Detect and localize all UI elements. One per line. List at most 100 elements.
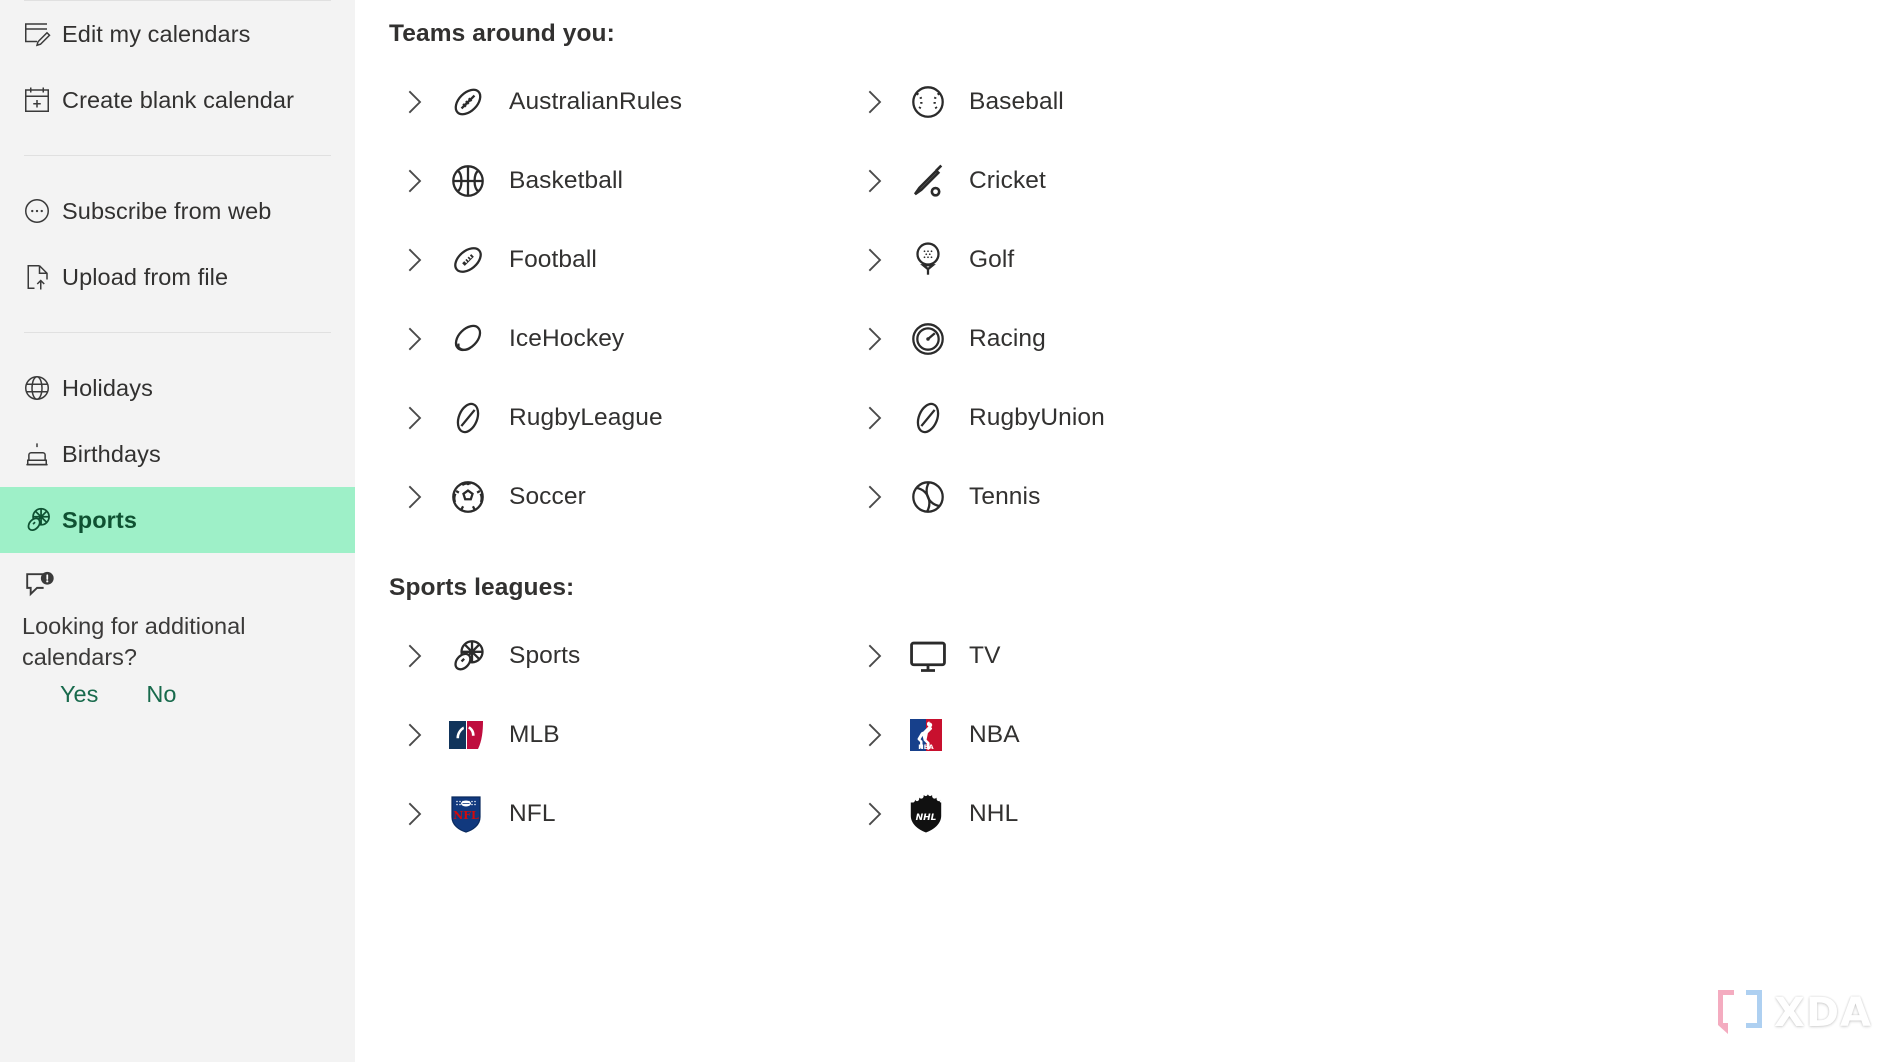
- chevron-right-icon[interactable]: [403, 640, 447, 672]
- australian-football-icon: [447, 81, 509, 123]
- team-row-australianrules[interactable]: AustralianRules: [387, 62, 847, 141]
- feedback-yes-link[interactable]: Yes: [60, 681, 98, 708]
- sidebar-item-upload-from-file[interactable]: Upload from file: [0, 244, 355, 310]
- sidebar-item-label: Subscribe from web: [62, 197, 272, 224]
- american-football-icon: [447, 239, 509, 281]
- league-row-mlb[interactable]: MLB: [387, 695, 847, 774]
- chevron-right-icon[interactable]: [403, 323, 447, 355]
- hockey-puck-icon: [447, 318, 509, 360]
- feedback-actions: Yes No: [22, 681, 333, 708]
- chevron-right-icon[interactable]: [403, 719, 447, 751]
- league-label: Sports: [509, 641, 581, 669]
- sidebar-item-subscribe-from-web[interactable]: Subscribe from web: [0, 178, 355, 244]
- team-label: Golf: [969, 245, 1015, 273]
- team-row-racing[interactable]: Racing: [847, 299, 1307, 378]
- leagues-section-title: Sports leagues:: [389, 574, 575, 601]
- chevron-right-icon[interactable]: [863, 86, 907, 118]
- chevron-right-icon[interactable]: [403, 244, 447, 276]
- chevron-right-icon[interactable]: [863, 640, 907, 672]
- nba-logo-icon: NBA: [907, 717, 969, 753]
- team-row-rugbyunion[interactable]: RugbyUnion: [847, 378, 1307, 457]
- sidebar-item-label: Sports: [62, 506, 138, 533]
- svg-text:NHL: NHL: [916, 813, 937, 823]
- mlb-logo-icon: [447, 718, 509, 752]
- chevron-right-icon[interactable]: [863, 402, 907, 434]
- team-row-baseball[interactable]: Baseball: [847, 62, 1307, 141]
- chevron-right-icon[interactable]: [403, 798, 447, 830]
- sidebar-item-label: Upload from file: [62, 263, 229, 290]
- feedback-alert-icon: [22, 571, 333, 603]
- chevron-right-icon[interactable]: [863, 481, 907, 513]
- xda-watermark: XDA: [1714, 986, 1872, 1040]
- subscribe-web-icon: [22, 196, 62, 226]
- chevron-right-icon[interactable]: [863, 719, 907, 751]
- calendar-add-icon: [22, 85, 62, 115]
- nhl-logo-icon: NHL: [907, 793, 969, 834]
- team-row-soccer[interactable]: Soccer: [387, 457, 847, 536]
- teams-grid: AustralianRules Baseball Basketball Cric…: [387, 62, 1896, 536]
- league-row-nhl[interactable]: NHL NHL: [847, 774, 1307, 853]
- team-label: Soccer: [509, 482, 586, 510]
- rugby-ball-icon: [447, 397, 509, 439]
- sidebar-item-label: Edit my calendars: [62, 20, 251, 47]
- team-row-cricket[interactable]: Cricket: [847, 141, 1307, 220]
- chevron-right-icon[interactable]: [403, 165, 447, 197]
- sidebar-item-edit-my-calendars[interactable]: Edit my calendars: [0, 1, 355, 67]
- chevron-right-icon[interactable]: [863, 244, 907, 276]
- sidebar: Edit my calendars Create blank calendar: [0, 0, 355, 1062]
- nfl-logo-icon: NFL: [447, 794, 509, 834]
- team-label: Baseball: [969, 87, 1064, 115]
- main-content: Teams around you: AustralianRules Baseba…: [355, 0, 1896, 1062]
- soccer-ball-icon: [447, 476, 509, 518]
- team-label: Racing: [969, 324, 1046, 352]
- feedback-panel: Looking for additional calendars? Yes No: [0, 553, 355, 708]
- league-label: NHL: [969, 799, 1019, 827]
- chevron-right-icon[interactable]: [863, 165, 907, 197]
- leagues-grid: Sports TV MLB NBA NBA NFL NFL NHL NHL: [387, 616, 1896, 853]
- monitor-icon: [907, 635, 969, 677]
- xda-watermark-text: XDA: [1774, 990, 1872, 1036]
- sidebar-item-holidays[interactable]: Holidays: [0, 355, 355, 421]
- calendar-sports-page: Edit my calendars Create blank calendar: [0, 0, 1896, 1062]
- sports-balls-icon: [22, 504, 62, 536]
- basketball-icon: [447, 160, 509, 202]
- league-label: TV: [969, 641, 1001, 669]
- tennis-ball-icon: [907, 476, 969, 518]
- team-row-tennis[interactable]: Tennis: [847, 457, 1307, 536]
- team-label: AustralianRules: [509, 87, 683, 115]
- chevron-right-icon[interactable]: [403, 481, 447, 513]
- league-row-sports[interactable]: Sports: [387, 616, 847, 695]
- rugby-ball-icon: [907, 397, 969, 439]
- chevron-right-icon[interactable]: [863, 798, 907, 830]
- sidebar-item-label: Birthdays: [62, 440, 161, 467]
- league-row-nfl[interactable]: NFL NFL: [387, 774, 847, 853]
- baseball-icon: [907, 81, 969, 123]
- cake-icon: [22, 439, 62, 469]
- sidebar-item-birthdays[interactable]: Birthdays: [0, 421, 355, 487]
- league-label: MLB: [509, 720, 560, 748]
- league-row-nba[interactable]: NBA NBA: [847, 695, 1307, 774]
- speedometer-icon: [907, 318, 969, 360]
- golf-ball-tee-icon: [907, 239, 969, 281]
- team-row-rugbyleague[interactable]: RugbyLeague: [387, 378, 847, 457]
- team-label: Basketball: [509, 166, 624, 194]
- sidebar-item-sports[interactable]: Sports: [0, 487, 355, 553]
- team-row-football[interactable]: Football: [387, 220, 847, 299]
- sidebar-item-label: Create blank calendar: [62, 86, 295, 113]
- globe-icon: [22, 373, 62, 403]
- chevron-right-icon[interactable]: [403, 402, 447, 434]
- feedback-no-link[interactable]: No: [146, 681, 176, 708]
- sidebar-item-create-blank-calendar[interactable]: Create blank calendar: [0, 67, 355, 133]
- calendar-edit-icon: [22, 19, 62, 49]
- chevron-right-icon[interactable]: [403, 86, 447, 118]
- team-label: Football: [509, 245, 597, 273]
- team-row-golf[interactable]: Golf: [847, 220, 1307, 299]
- chevron-right-icon[interactable]: [863, 323, 907, 355]
- upload-file-icon: [22, 262, 62, 292]
- team-row-icehockey[interactable]: IceHockey: [387, 299, 847, 378]
- team-row-basketball[interactable]: Basketball: [387, 141, 847, 220]
- league-row-tv[interactable]: TV: [847, 616, 1307, 695]
